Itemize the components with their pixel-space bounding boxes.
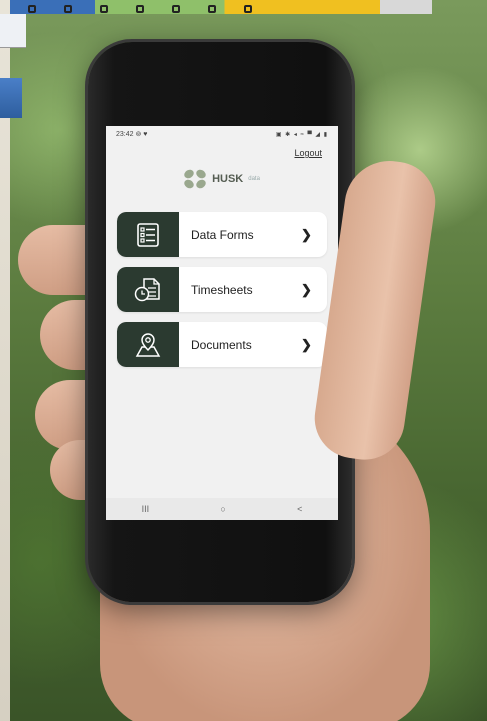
logo-name: HUSK <box>212 173 244 185</box>
logo-suffix: data <box>248 176 260 182</box>
status-left-icons: ⊚ ♥ <box>135 131 148 138</box>
form-list-icon <box>117 212 179 257</box>
husk-logo: HUSK data <box>106 164 338 194</box>
android-nav-bar: III ○ < <box>106 498 338 520</box>
logo-mark-icon <box>182 168 208 190</box>
menu-item-documents[interactable]: Documents ❯ <box>117 322 327 367</box>
recents-button[interactable]: III <box>142 504 150 514</box>
background-left-block <box>0 14 26 48</box>
background-left-blue-block <box>0 78 22 118</box>
status-right-icons: ▣ ✱ ◂ ≈ ▀ ◢ ▮ <box>275 131 328 138</box>
menu-item-data-forms[interactable]: Data Forms ❯ <box>117 212 327 257</box>
chevron-right-icon: ❯ <box>301 281 312 297</box>
status-bar: 23:42 ⊚ ♥ ▣ ✱ ◂ ≈ ▀ ◢ ▮ <box>106 126 338 142</box>
map-pin-document-icon <box>117 322 179 367</box>
logout-link[interactable]: Logout <box>294 148 322 158</box>
main-menu: Data Forms ❯ Timesheets ❯ Documents ❯ <box>106 212 338 367</box>
background-top-strip <box>0 0 432 14</box>
status-time: 23:42 <box>116 131 134 138</box>
menu-item-label: Documents <box>191 337 252 352</box>
chevron-right-icon: ❯ <box>301 226 312 242</box>
timesheet-clock-icon <box>117 267 179 312</box>
menu-item-label: Data Forms <box>191 227 254 242</box>
home-button[interactable]: ○ <box>220 504 225 514</box>
menu-item-label: Timesheets <box>191 282 253 297</box>
back-button[interactable]: < <box>297 504 302 514</box>
menu-item-timesheets[interactable]: Timesheets ❯ <box>117 267 327 312</box>
phone-screen: 23:42 ⊚ ♥ ▣ ✱ ◂ ≈ ▀ ◢ ▮ Logout HUSK data <box>106 126 338 520</box>
